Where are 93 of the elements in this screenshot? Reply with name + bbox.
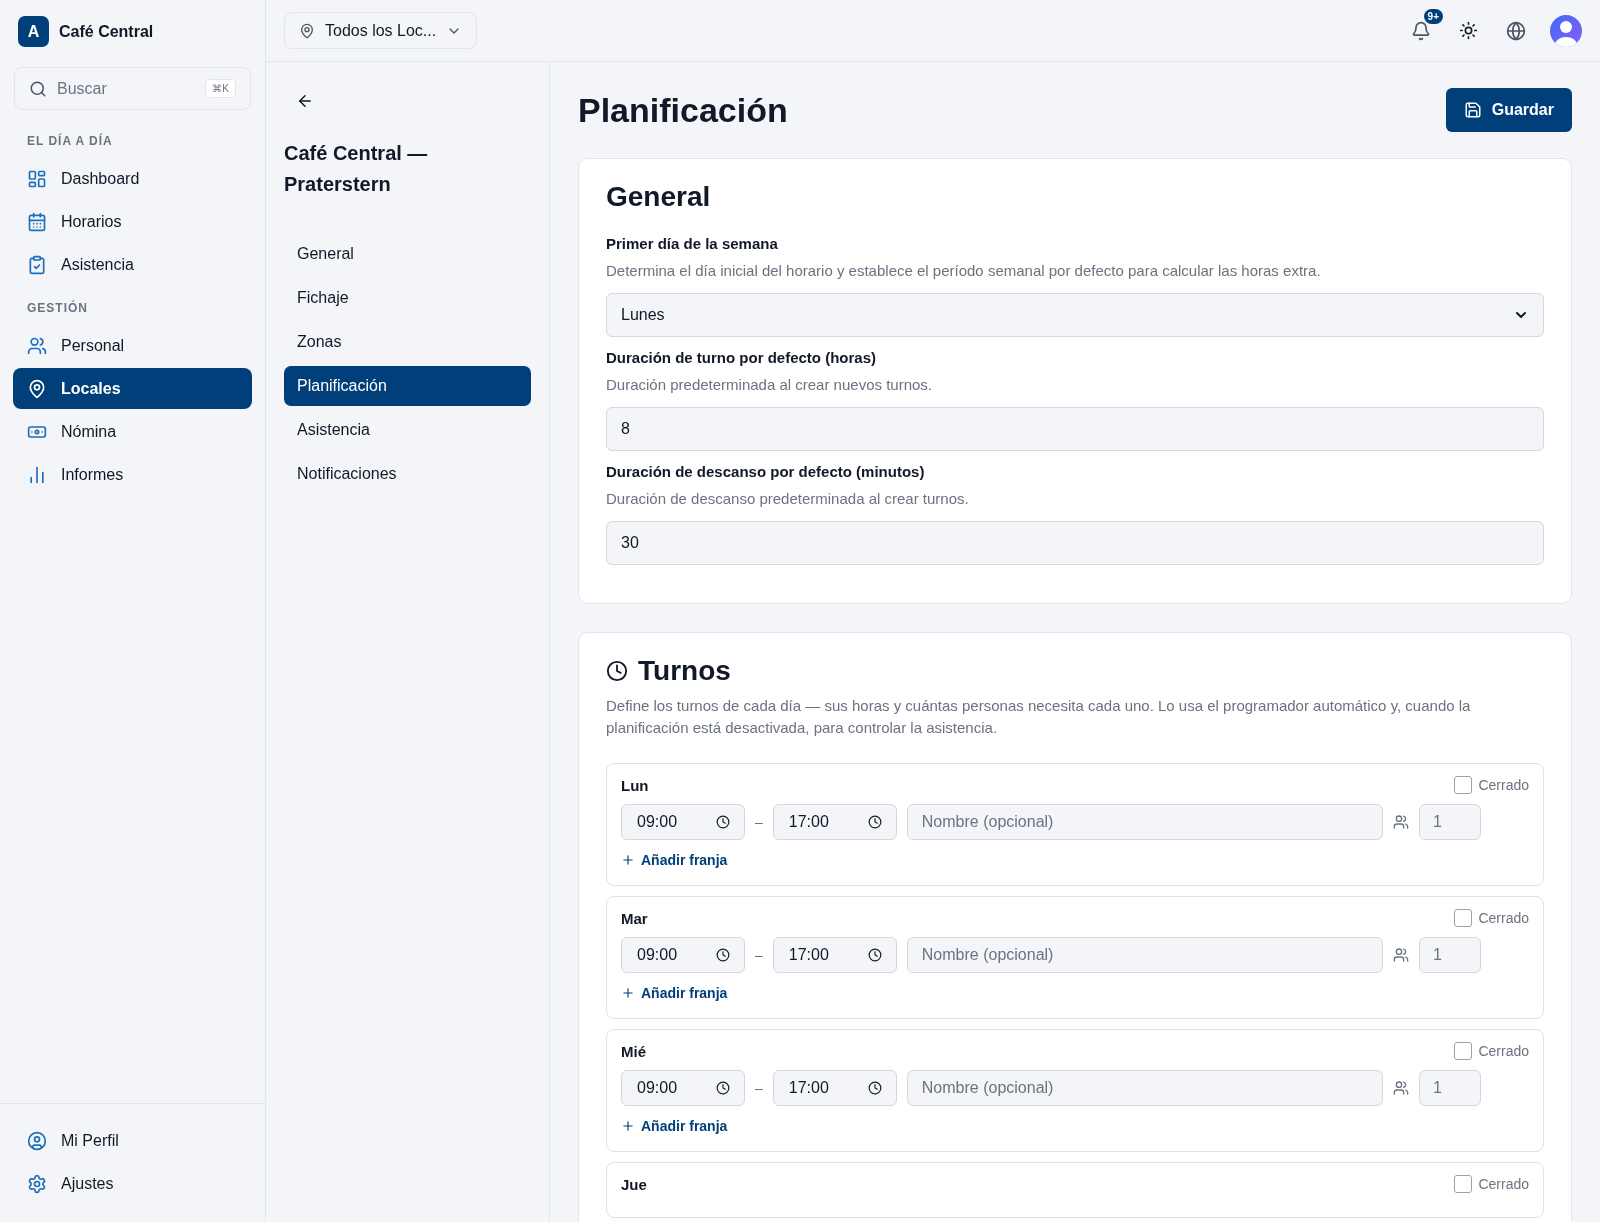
settings-nav-item[interactable]: Fichaje	[284, 278, 531, 318]
search-icon	[29, 79, 47, 98]
checkbox[interactable]	[1454, 909, 1473, 927]
clipboard-check-icon	[27, 254, 47, 275]
people-icon	[1393, 814, 1409, 830]
start-time-field[interactable]: 09:00	[621, 804, 745, 840]
people-icon	[1393, 947, 1409, 963]
field-label: Duración de descanso por defecto (minutos)	[606, 463, 926, 480]
people-icon	[1393, 1080, 1409, 1096]
day-name: Jue	[621, 1175, 647, 1193]
map-pin-icon	[299, 22, 315, 39]
checkbox[interactable]	[1454, 1042, 1473, 1060]
sidebar-item[interactable]: Horarios	[13, 201, 252, 242]
field-label: Primer día de la semana	[606, 235, 779, 252]
save-button[interactable]: Guardar	[1445, 88, 1572, 132]
sidebar-item[interactable]: Informes	[13, 454, 252, 495]
section-title: GESTIÓN	[26, 299, 89, 317]
clock-icon	[716, 948, 730, 962]
end-time-field[interactable]: 17:00	[772, 1070, 897, 1106]
input-field[interactable]: 8	[606, 407, 1544, 451]
field-help: Duración predeterminada al crear nuevos turnos.	[606, 375, 933, 395]
closed-checkbox[interactable]: Cerrado	[1454, 909, 1529, 927]
plus-icon	[621, 986, 635, 1000]
select-field[interactable]: Lunes	[606, 293, 1544, 337]
user-circle-icon	[27, 1130, 47, 1151]
bar-chart-icon	[27, 464, 47, 485]
calendar-icon	[27, 211, 47, 232]
plus-icon	[621, 1119, 635, 1133]
field-help: Duración de descanso predeterminada al crear turnos.	[606, 489, 970, 509]
map-pin-icon	[27, 378, 47, 399]
clock-icon	[606, 660, 628, 682]
sidebar-item[interactable]: Dashboard	[13, 158, 252, 199]
clock-icon	[867, 948, 882, 962]
card-description: Define los turnos de cada día — sus horas y cuántas personas necesita cada uno. Lo usa el programador automático y, cuando la planificación está desactivada, para controlar la asistencia.	[606, 696, 1472, 738]
notification-badge: 9+	[1423, 8, 1443, 24]
end-time-field[interactable]: 17:00	[772, 804, 897, 840]
closed-checkbox[interactable]: Cerrado	[1454, 1175, 1529, 1193]
sidebar-item[interactable]: Asistencia	[13, 244, 252, 285]
input-field[interactable]: 30	[606, 521, 1544, 565]
add-slot-link[interactable]: Añadir franja	[621, 985, 728, 1001]
settings-nav-item[interactable]: Planificación	[284, 366, 531, 406]
name-field[interactable]: Nombre (opcional)	[906, 937, 1383, 973]
clock-icon	[867, 815, 882, 829]
add-slot-link[interactable]: Añadir franja	[621, 1118, 728, 1134]
settings-icon	[27, 1173, 47, 1194]
separator: –	[755, 947, 763, 963]
settings-nav-item[interactable]: Notificaciones	[284, 454, 531, 494]
end-time-field[interactable]: 17:00	[772, 937, 897, 973]
start-time-field[interactable]: 09:00	[621, 1070, 745, 1106]
people-count-field[interactable]: 1	[1419, 937, 1481, 973]
day-name: Lun	[621, 776, 649, 794]
settings-nav-item[interactable]: Asistencia	[284, 410, 531, 450]
name-field[interactable]: Nombre (opcional)	[906, 804, 1383, 840]
section-title: EL DÍA A DÍA	[26, 132, 114, 150]
clock-icon	[716, 815, 730, 829]
logo: A	[18, 16, 49, 47]
add-slot-link[interactable]: Añadir franja	[621, 852, 728, 868]
card-title: Turnos	[638, 655, 731, 687]
settings-nav-item[interactable]: General	[284, 234, 531, 274]
brand-name: Café Central	[59, 22, 154, 41]
field-label: Duración de turno por defecto (horas)	[606, 349, 877, 366]
checkbox[interactable]	[1454, 1175, 1473, 1193]
people-icon	[27, 335, 47, 356]
dashboard-icon	[27, 168, 47, 189]
checkbox[interactable]	[1454, 776, 1473, 794]
card-title: General	[606, 181, 711, 213]
page-title: Planificación	[578, 90, 788, 130]
sidebar-item[interactable]: Personal	[13, 325, 252, 366]
name-field[interactable]: Nombre (opcional)	[906, 1070, 1383, 1106]
separator: –	[755, 814, 763, 830]
clock-icon	[867, 1081, 882, 1095]
sidebar-item[interactable]: Mi Perfil	[13, 1120, 252, 1161]
avatar[interactable]	[1550, 14, 1582, 47]
sidebar-item[interactable]: Ajustes	[13, 1163, 252, 1204]
settings-nav-item[interactable]: Zonas	[284, 322, 531, 362]
clock-icon	[716, 1081, 730, 1095]
search-field[interactable]: Buscar ⌘K	[14, 67, 251, 110]
sidebar-item[interactable]: Nómina	[13, 411, 252, 452]
people-count-field[interactable]: 1	[1419, 1070, 1481, 1106]
location-title: Café Central — Praterstern	[284, 141, 429, 197]
plus-icon	[621, 853, 635, 867]
day-name: Mié	[621, 1042, 646, 1060]
start-time-field[interactable]: 09:00	[621, 937, 745, 973]
location-selector[interactable]: Todos los Loc...	[284, 12, 478, 49]
field-help: Determina el día inicial del horario y establece el período semanal por defecto para calcular las horas extra.	[606, 261, 1322, 281]
sidebar-item[interactable]: Locales	[13, 368, 252, 409]
closed-checkbox[interactable]: Cerrado	[1454, 776, 1529, 794]
closed-checkbox[interactable]: Cerrado	[1454, 1042, 1529, 1060]
people-count-field[interactable]: 1	[1419, 804, 1481, 840]
separator: –	[755, 1080, 763, 1096]
shortcut-hint: ⌘K	[205, 79, 236, 98]
save-icon	[1463, 101, 1482, 119]
day-name: Mar	[621, 909, 648, 927]
